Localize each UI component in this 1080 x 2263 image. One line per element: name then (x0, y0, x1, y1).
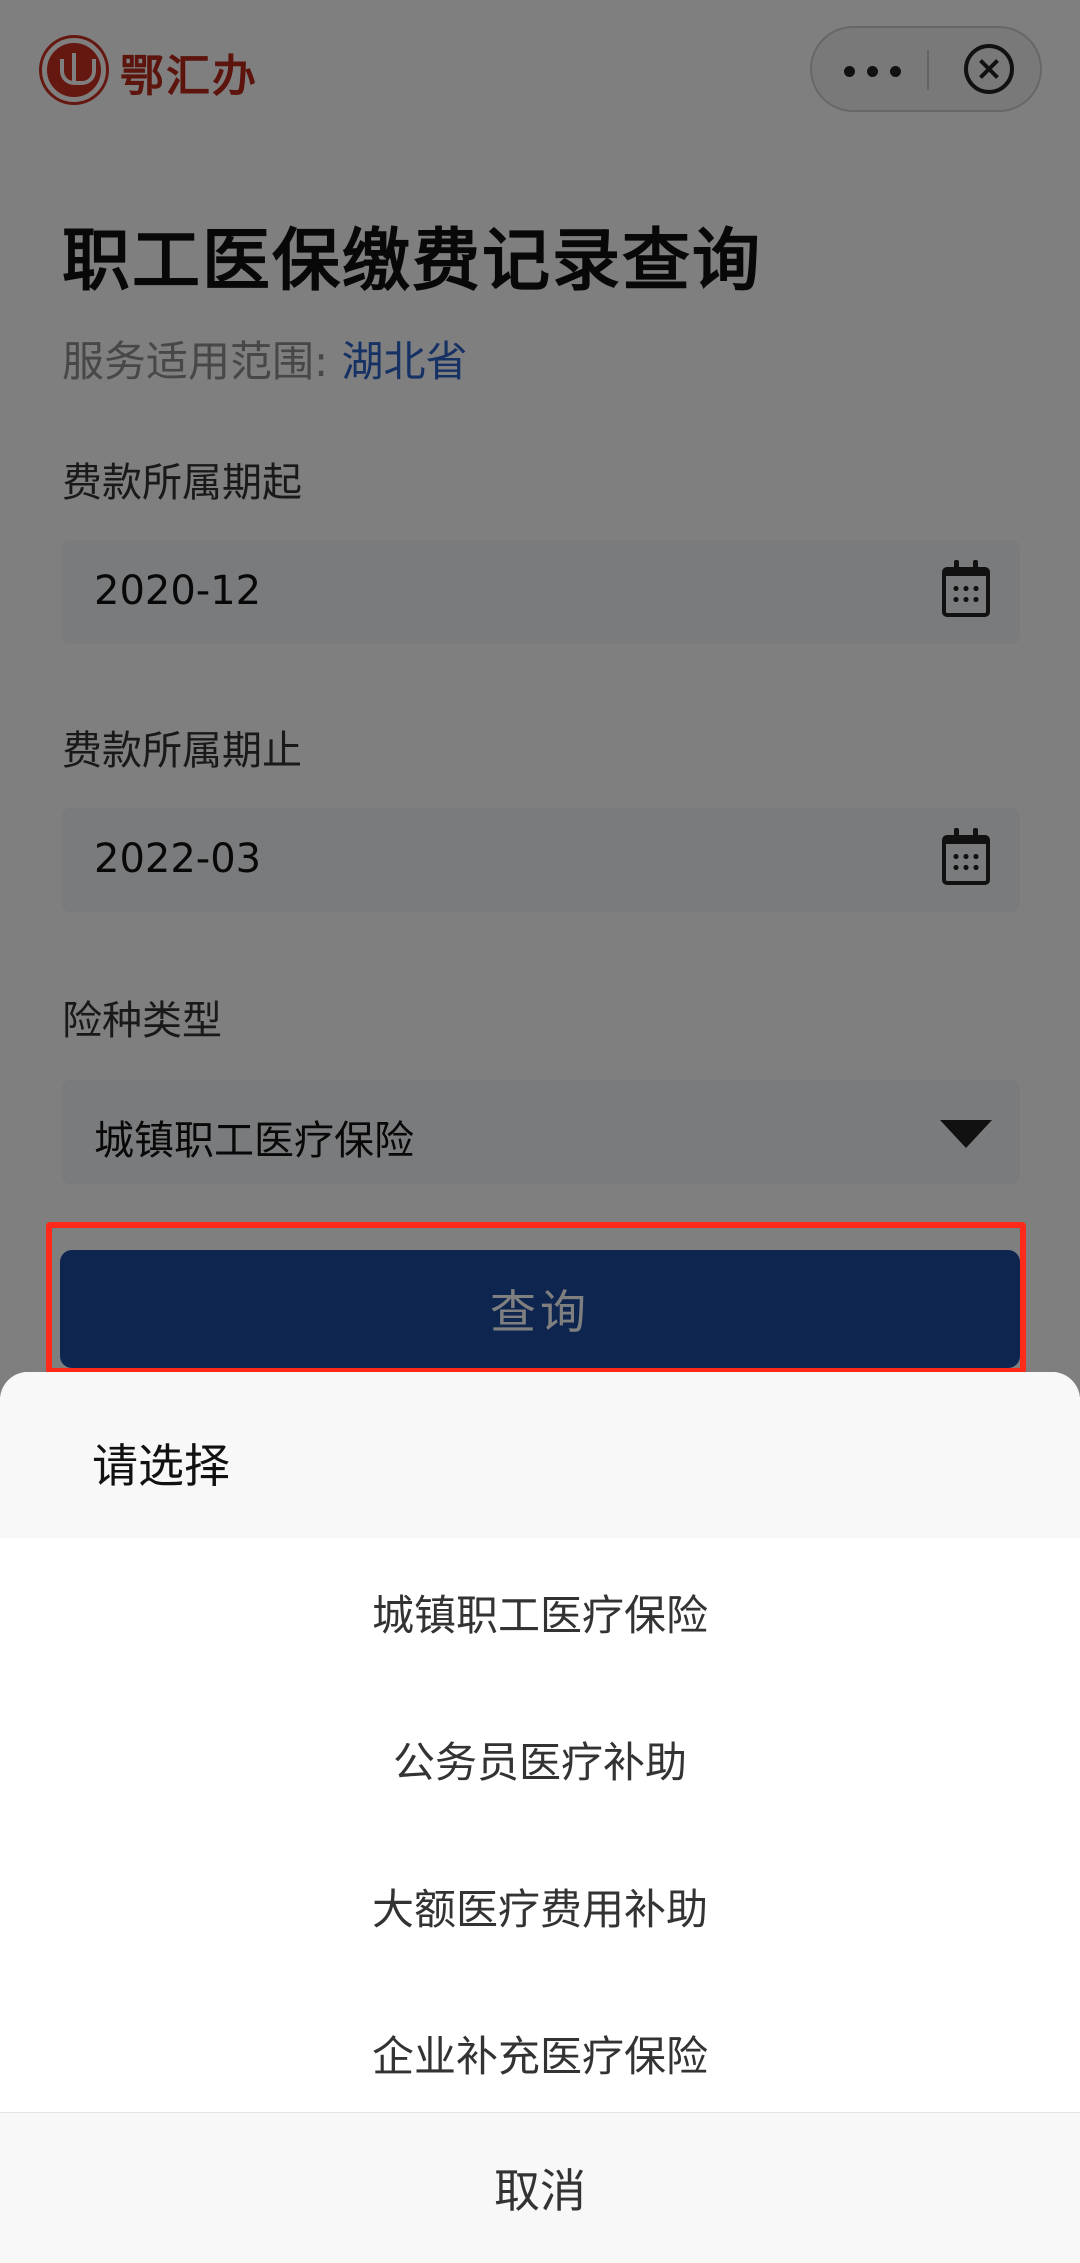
option-large-expense-subsidy[interactable]: 大额医疗费用补助 (0, 1836, 1080, 1984)
query-button-highlight (46, 1222, 1026, 1374)
cancel-area: 取消 (0, 2112, 1080, 2263)
action-sheet: 请选择 城镇职工医疗保险 公务员医疗补助 大额医疗费用补助 企业补充医疗保险 取… (0, 1372, 1080, 2263)
cancel-button[interactable]: 取消 (0, 2113, 1080, 2263)
option-urban-employee-medical[interactable]: 城镇职工医疗保险 (0, 1542, 1080, 1690)
action-sheet-title: 请选择 (92, 1439, 230, 1493)
action-sheet-header: 请选择 (0, 1372, 1080, 1538)
option-enterprise-supplementary[interactable]: 企业补充医疗保险 (0, 1983, 1080, 2131)
option-civil-servant-subsidy[interactable]: 公务员医疗补助 (0, 1689, 1080, 1837)
